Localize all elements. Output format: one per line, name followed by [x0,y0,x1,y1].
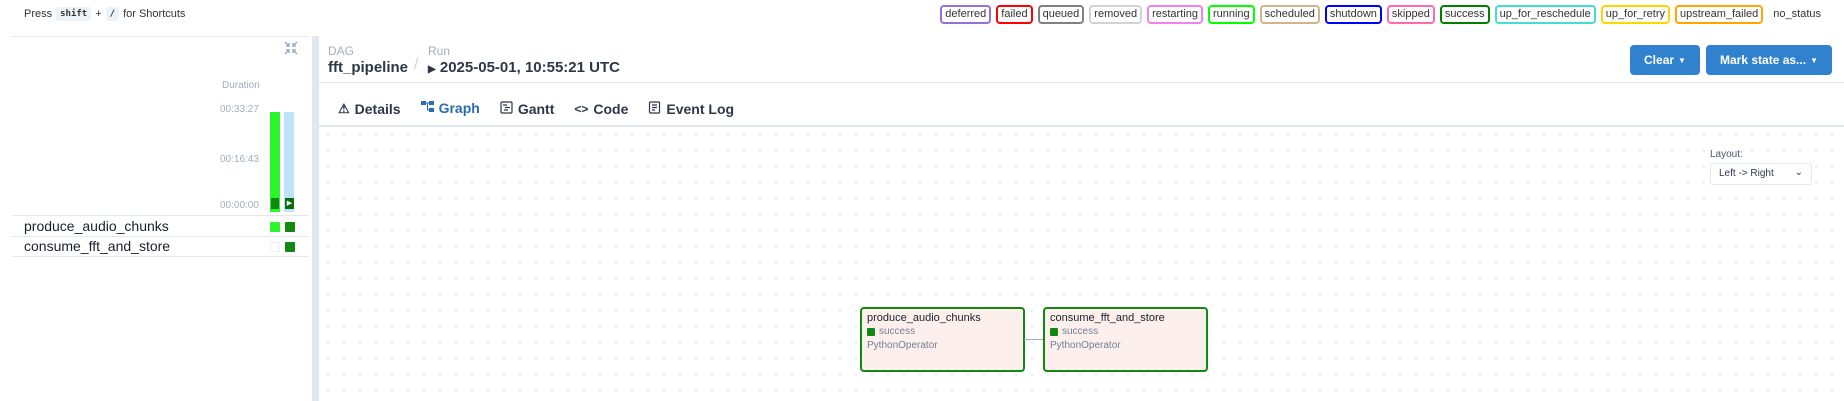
tab-gantt[interactable]: Gantt [490,90,565,127]
tab-event-log[interactable]: Event Log [638,90,744,127]
legend-no-status[interactable]: no_status [1768,5,1826,24]
task-name-consume[interactable]: consume_fft_and_store [24,238,170,254]
graph-edge [1024,339,1044,340]
dag-label: DAG [328,44,355,58]
run-play-icon-selected: ▶ [285,198,294,209]
node-state: success [1050,326,1201,337]
shortcuts-suffix: for Shortcuts [123,8,186,20]
grid-top-border [12,36,309,37]
run-duration-bar-selected[interactable] [284,112,294,212]
shortcuts-prefix: Press [24,8,53,20]
tab-gantt-label: Gantt [517,100,555,117]
duration-tick-zero: 00:00:00 [220,200,259,211]
node-state-label: success [879,326,916,337]
legend-queued[interactable]: queued [1037,5,1085,24]
breadcrumb-dag[interactable]: DAG fft_pipeline [328,44,408,76]
status-square-icon [867,327,875,336]
mark-state-button[interactable]: Mark state as... ▼ [1706,45,1832,75]
run-id: 2025-05-01, 10:55:21 UTC [439,59,620,76]
header-divider [319,82,1844,83]
legend-deferred[interactable]: deferred [940,5,992,24]
row-divider [12,236,309,237]
layout-select-value: Left -> Right [1719,168,1774,179]
mark-state-button-label: Mark state as... [1720,53,1807,67]
tab-code-label: Code [593,100,629,117]
code-icon: <> [574,101,589,116]
breadcrumb-separator: / [414,56,419,73]
legend-restarting[interactable]: restarting [1147,5,1203,24]
tab-bar: ⚠ Details Graph Gantt <> Code Event Log [328,90,744,127]
chevron-down-icon: ⌄ [1794,167,1803,178]
graph-node-produce-audio-chunks[interactable]: produce_audio_chunks success PythonOpera… [860,307,1025,372]
node-title: consume_fft_and_store [1050,312,1165,324]
graph-node-consume-fft-and-store[interactable]: consume_fft_and_store success PythonOper… [1043,307,1208,372]
tab-graph[interactable]: Graph [410,90,490,127]
node-state-label: success [1062,326,1099,337]
task-instance-cell[interactable] [285,222,295,232]
tab-graph-label: Graph [438,99,480,116]
node-operator: PythonOperator [867,340,938,351]
event-log-icon [648,100,661,117]
task-instance-cell[interactable] [270,242,280,252]
task-instance-cell[interactable] [285,242,295,252]
breadcrumb-run[interactable]: Run ▶ 2025-05-01, 10:55:21 UTC [428,44,620,76]
dag-id: fft_pipeline [328,59,409,76]
run-duration-bar[interactable] [270,112,280,212]
task-name-produce[interactable]: produce_audio_chunks [24,218,169,234]
tab-event-log-label: Event Log [666,100,735,117]
run-play-icon [271,198,279,209]
clear-button-label: Clear [1644,53,1675,67]
legend-up-for-retry[interactable]: up_for_retry [1600,5,1671,24]
tab-details[interactable]: ⚠ Details [328,90,411,127]
node-operator: PythonOperator [1050,340,1121,351]
node-state: success [867,326,1018,337]
legend-scheduled[interactable]: scheduled [1259,5,1320,24]
panel-resize-handle[interactable] [312,36,319,401]
plus-sign: + [95,8,102,20]
clear-button[interactable]: Clear ▼ [1630,45,1700,75]
graph-icon [420,100,434,116]
gantt-icon [500,100,513,117]
duration-tick-mid: 00:16:43 [220,154,259,165]
status-square-icon [1050,327,1058,336]
shift-key: shift [56,7,92,21]
tab-details-label: Details [354,100,401,117]
legend-up-for-reschedule[interactable]: up_for_reschedule [1494,5,1596,24]
run-triangle-icon: ▶ [428,64,436,75]
legend-failed[interactable]: failed [996,5,1033,24]
grid-divider [12,215,309,216]
row-divider [12,256,309,257]
node-title: produce_audio_chunks [867,312,981,324]
duration-tick-max: 00:33:27 [220,104,259,115]
slash-key: / [105,7,120,21]
duration-label: Duration [222,80,260,91]
top-bar: Press shift + / for Shortcuts deferred f… [0,0,1844,32]
run-label: Run [428,44,451,58]
legend-upstream-failed[interactable]: upstream_failed [1675,5,1764,24]
tab-code[interactable]: <> Code [564,90,638,127]
shortcuts-hint: Press shift + / for Shortcuts [24,7,185,21]
legend-success[interactable]: success [1439,5,1490,24]
task-instance-cell[interactable] [270,222,280,232]
warning-icon: ⚠ [338,100,350,116]
chevron-down-icon: ▼ [1810,55,1818,65]
legend-skipped[interactable]: skipped [1386,5,1435,24]
legend-shutdown[interactable]: shutdown [1324,5,1382,24]
state-legend: deferred failed queued removed restartin… [940,5,1826,24]
legend-running[interactable]: running [1207,5,1255,24]
collapse-icon[interactable] [283,40,299,56]
layout-select[interactable]: Left -> Right ⌄ [1710,163,1812,185]
layout-label: Layout: [1710,149,1743,160]
chevron-down-icon: ▼ [1678,55,1686,65]
legend-removed[interactable]: removed [1089,5,1143,24]
